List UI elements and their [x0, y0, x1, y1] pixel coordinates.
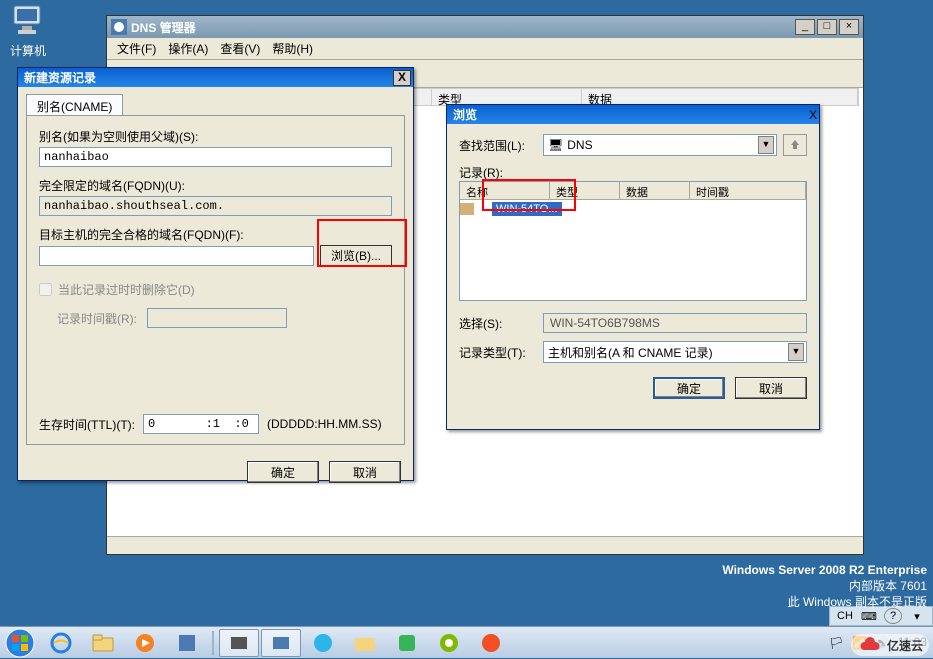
taskbar-app3[interactable]: [471, 629, 511, 657]
lv-col-name[interactable]: 名称: [460, 182, 550, 199]
lv-col-type[interactable]: 类型: [550, 182, 620, 199]
browse-dialog: 浏览 X 查找范围(L): 🖥 DNS ▼ 记录(R): 名称 类型 数据 时间…: [446, 104, 820, 430]
ttl-input[interactable]: [143, 414, 259, 434]
rectype-combo[interactable]: 主机和别名(A 和 CNAME 记录) ▼: [543, 341, 807, 363]
dialog1-close-button[interactable]: X: [393, 70, 411, 86]
dialog1-cancel-button[interactable]: 取消: [329, 461, 401, 483]
delete-checkbox: [39, 283, 52, 296]
col-type[interactable]: 类型: [432, 89, 582, 105]
close-button[interactable]: ×: [839, 19, 859, 35]
taskbar-folder[interactable]: [345, 629, 385, 657]
ttl-label: 生存时间(TTL)(T):: [39, 416, 135, 433]
target-input[interactable]: [39, 246, 314, 266]
select-label: 选择(S):: [459, 315, 537, 332]
taskbar-360[interactable]: [429, 629, 469, 657]
taskbar-app1[interactable]: [303, 629, 343, 657]
pinned-icon[interactable]: [167, 629, 207, 657]
os-watermark: Windows Server 2008 R2 Enterprise 内部版本 7…: [722, 562, 927, 610]
dialog2-close-button[interactable]: X: [809, 108, 817, 122]
explorer-icon[interactable]: [83, 629, 123, 657]
rectype-value: 主机和别名(A 和 CNAME 记录): [548, 344, 713, 361]
browse-button[interactable]: 浏览(B)...: [320, 245, 392, 267]
lang-indicator[interactable]: CH: [836, 608, 854, 624]
menu-action[interactable]: 操作(A): [164, 38, 212, 59]
media-icon[interactable]: [125, 629, 165, 657]
dialog2-title: 浏览: [449, 106, 809, 123]
start-button[interactable]: [0, 627, 40, 659]
menu-view[interactable]: 查看(V): [216, 38, 264, 59]
desktop-computer-icon[interactable]: 计算机: [8, 2, 48, 59]
dns-icon: [111, 19, 127, 35]
alias-input[interactable]: [39, 147, 392, 167]
watermark-text: 亿速云: [887, 637, 923, 654]
lv-item-name: WIN-54TO...: [492, 202, 562, 216]
dns-tree-icon: 🖥: [548, 138, 563, 152]
dialog1-ok-button[interactable]: 确定: [247, 461, 319, 483]
keyboard-icon[interactable]: ⌨: [860, 608, 878, 624]
options-icon[interactable]: ▾: [908, 608, 926, 624]
scope-combo[interactable]: 🖥 DNS ▼: [543, 134, 777, 156]
select-input: [543, 313, 807, 333]
col-data[interactable]: 数据: [582, 89, 858, 105]
menu-file[interactable]: 文件(F): [113, 38, 160, 59]
delete-checkbox-label: 当此记录过时时删除它(D): [58, 281, 195, 298]
fqdn-label: 完全限定的域名(FQDN)(U):: [39, 177, 392, 194]
desktop-icon-label: 计算机: [8, 42, 48, 59]
new-record-dialog: 新建资源记录 X 别名(CNAME) 别名(如果为空则使用父域)(S): 完全限…: [17, 67, 414, 481]
taskbar: 🏳 📶 🔊 11:03: [0, 626, 933, 658]
dns-titlebar[interactable]: DNS 管理器 _ □ ×: [107, 16, 863, 38]
cloud-icon: [857, 636, 883, 654]
records-listview[interactable]: 名称 类型 数据 时间戳 WIN-54TO...: [459, 181, 807, 301]
rectype-label: 记录类型(T):: [459, 344, 537, 361]
server-icon: [460, 203, 474, 215]
lv-col-data[interactable]: 数据: [620, 182, 690, 199]
help-icon[interactable]: ?: [884, 608, 902, 624]
record-ts-label: 记录时间戳(R):: [57, 310, 137, 327]
taskbar-task-dns[interactable]: [261, 629, 301, 657]
minimize-button[interactable]: _: [795, 19, 815, 35]
taskbar-separator: [212, 631, 214, 655]
target-label: 目标主机的完全合格的域名(FQDN)(F):: [39, 226, 392, 243]
lv-col-ts[interactable]: 时间戳: [690, 182, 806, 199]
scope-value: DNS: [567, 138, 592, 152]
record-ts-input: [147, 308, 287, 328]
list-item[interactable]: WIN-54TO...: [460, 200, 806, 218]
dialog1-titlebar[interactable]: 新建资源记录 X: [18, 68, 413, 87]
records-label: 记录(R):: [459, 164, 807, 181]
os-line2: 内部版本 7601: [722, 578, 927, 594]
ie-icon[interactable]: [41, 629, 81, 657]
menubar: 文件(F) 操作(A) 查看(V) 帮助(H): [107, 38, 863, 60]
os-line1: Windows Server 2008 R2 Enterprise: [722, 562, 927, 578]
tray-flag-icon[interactable]: 🏳: [829, 636, 844, 650]
fqdn-input: [39, 196, 392, 216]
menu-help[interactable]: 帮助(H): [268, 38, 317, 59]
dialog2-cancel-button[interactable]: 取消: [735, 377, 807, 399]
scope-label: 查找范围(L):: [459, 137, 537, 154]
watermark: 亿速云: [851, 634, 929, 656]
dialog2-ok-button[interactable]: 确定: [653, 377, 725, 399]
os-line3: 此 Windows 副本不是正版: [722, 594, 927, 610]
taskbar-task-server[interactable]: [219, 629, 259, 657]
chevron-down-icon[interactable]: ▼: [758, 136, 774, 154]
up-button[interactable]: [783, 134, 807, 156]
taskbar-app2[interactable]: [387, 629, 427, 657]
dialog2-titlebar[interactable]: 浏览 X: [447, 105, 819, 124]
statusbar: [107, 536, 863, 554]
dialog1-title: 新建资源记录: [20, 69, 393, 86]
alias-label: 别名(如果为空则使用父域)(S):: [39, 128, 392, 145]
maximize-button[interactable]: □: [817, 19, 837, 35]
dns-title: DNS 管理器: [131, 19, 795, 36]
chevron-down-icon[interactable]: ▼: [788, 343, 804, 361]
ttl-hint: (DDDDD:HH.MM.SS): [267, 417, 382, 431]
computer-icon: [8, 2, 48, 40]
